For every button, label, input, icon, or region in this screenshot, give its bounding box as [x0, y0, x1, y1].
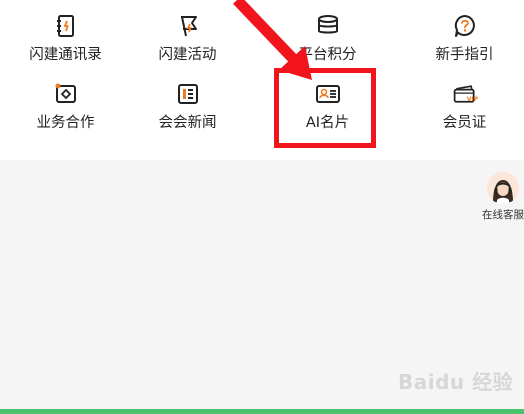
online-service-button[interactable]: 在线客服 — [476, 172, 524, 222]
baidu-watermark: Baidu 经验 — [398, 370, 514, 394]
annotation-highlight-box — [274, 68, 376, 148]
customer-service-avatar — [487, 172, 519, 204]
online-service-label: 在线客服 — [482, 209, 524, 221]
annotation-arrow — [233, 0, 312, 80]
bottom-accent-bar — [0, 409, 524, 414]
